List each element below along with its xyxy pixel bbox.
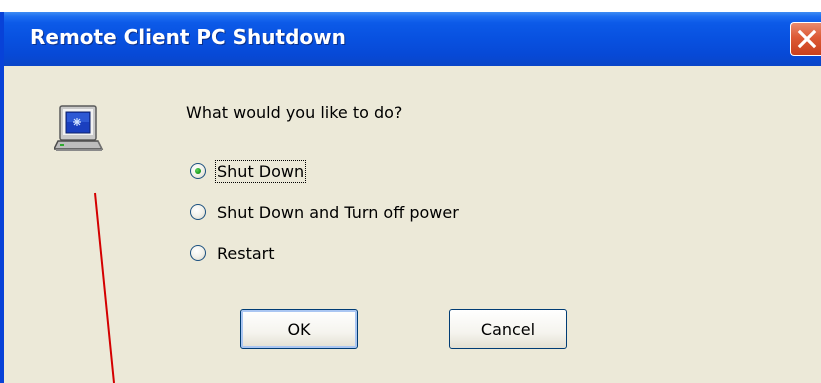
- radio-shut-down[interactable]: [190, 163, 206, 179]
- option-label-shut-down-power-off: Shut Down and Turn off power: [217, 202, 459, 222]
- option-shut-down-power-off[interactable]: Shut Down and Turn off power: [190, 200, 460, 224]
- option-label-restart: Restart: [217, 243, 275, 263]
- option-label-shut-down: Shut Down: [214, 159, 307, 183]
- close-icon: [797, 29, 817, 49]
- title-bar[interactable]: Remote Client PC Shutdown: [4, 12, 821, 66]
- option-shut-down[interactable]: Shut Down: [190, 159, 307, 183]
- ok-button[interactable]: OK: [240, 309, 358, 349]
- dialog-client-area: What would you like to do? Shut Down Shu…: [4, 66, 821, 383]
- radio-restart[interactable]: [190, 245, 206, 261]
- option-restart[interactable]: Restart: [190, 241, 276, 265]
- screenshot-stage: Remote Client PC Shutdown What would you…: [0, 0, 821, 383]
- close-button[interactable]: [790, 22, 821, 56]
- computer-monitor-icon: [52, 105, 106, 157]
- cancel-button[interactable]: Cancel: [449, 309, 567, 349]
- prompt-text: What would you like to do?: [186, 103, 403, 122]
- radio-shut-down-power-off[interactable]: [190, 204, 206, 220]
- dialog-window: Remote Client PC Shutdown What would you…: [0, 12, 821, 383]
- window-title: Remote Client PC Shutdown: [30, 25, 346, 49]
- radio-selected-dot: [195, 168, 201, 174]
